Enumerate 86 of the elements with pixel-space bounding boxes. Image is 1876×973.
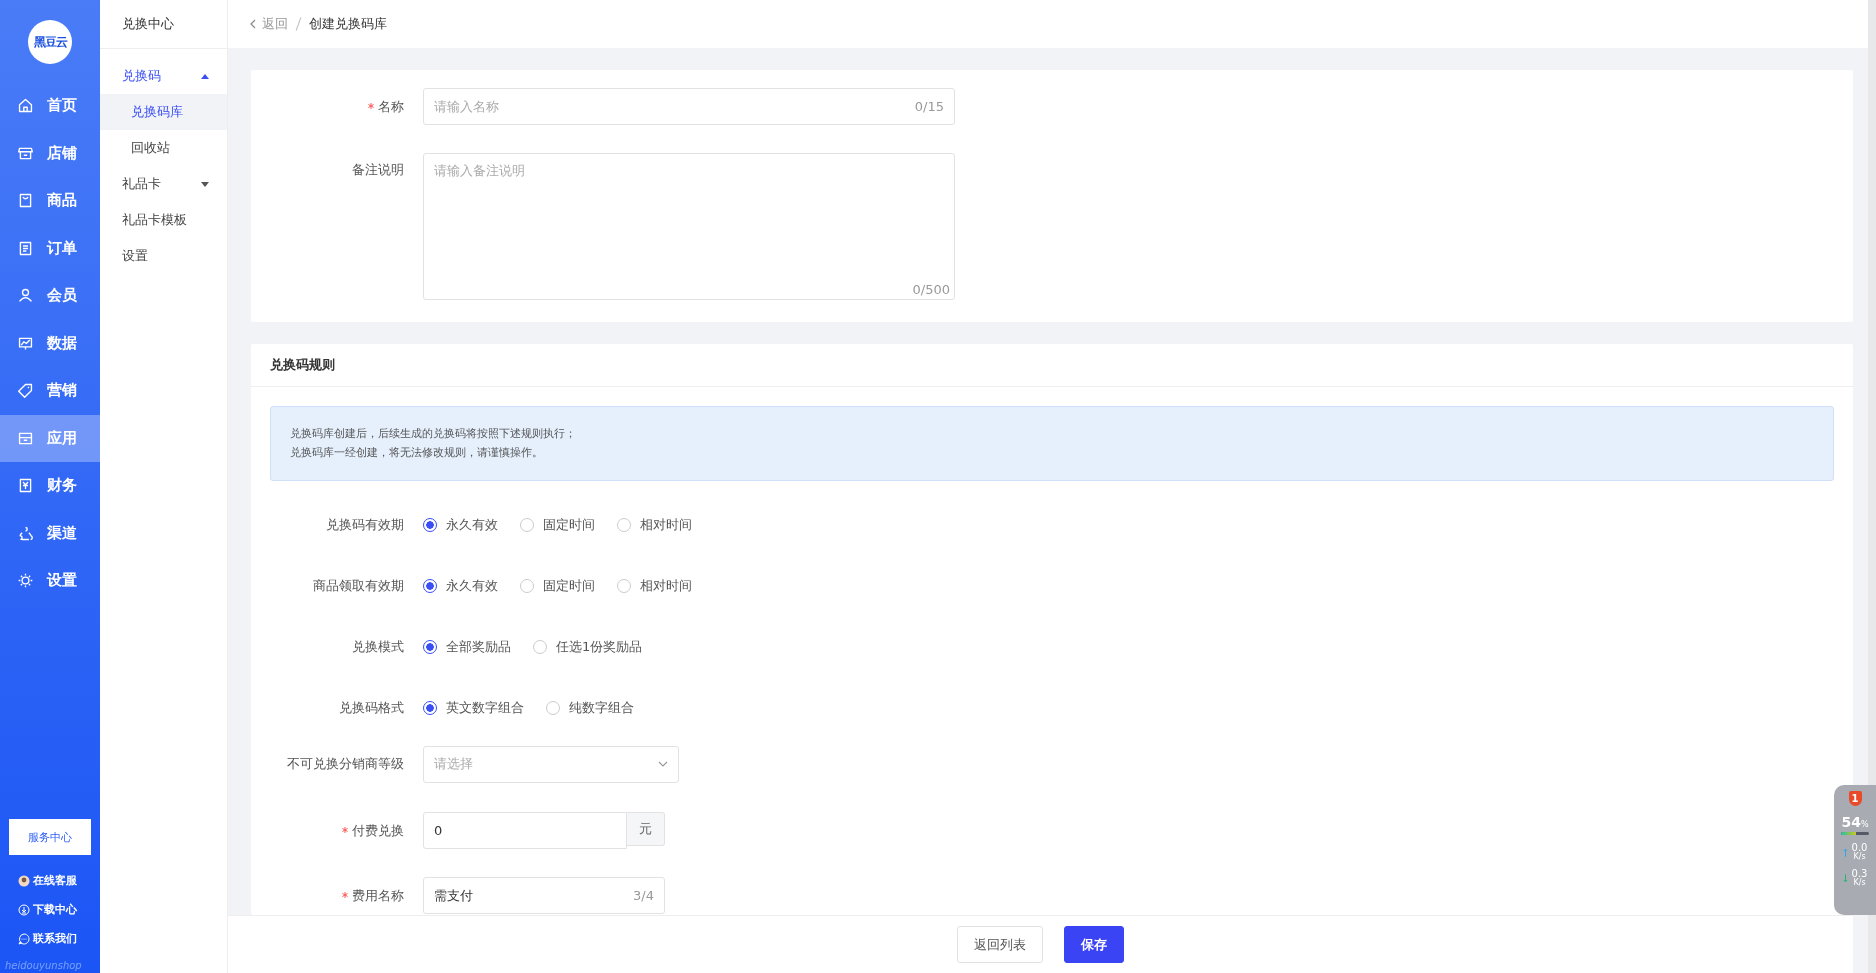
radio-option[interactable]: 相对时间	[617, 576, 692, 595]
tag-icon	[17, 382, 34, 400]
radio-button[interactable]	[423, 578, 437, 593]
required-icon	[342, 826, 348, 833]
save-button[interactable]: 保存	[1064, 926, 1124, 963]
notice-text: 兑换码库创建后，后续生成的兑换码将按照下述规则执行；	[290, 427, 577, 441]
nav-item[interactable]: 订单	[0, 224, 100, 272]
required-icon	[342, 891, 348, 898]
field-label: 商品领取有效期	[312, 576, 405, 595]
name-input[interactable]: 请输入名称 0/15	[423, 88, 955, 125]
fee-name-input[interactable]: 需支付 3/4	[423, 877, 665, 914]
sidebar-link[interactable]: 联系我们	[18, 931, 100, 946]
field-label: 不可兑换分销商等级	[286, 755, 405, 773]
field-label: 兑换模式	[351, 637, 405, 656]
nav-item[interactable]: 商品	[0, 177, 100, 225]
char-count: 0/15	[914, 99, 944, 114]
service-center-button[interactable]: 服务中心	[9, 819, 91, 855]
radio-option[interactable]: 全部奖励品	[423, 637, 511, 656]
nav-item[interactable]: 设置	[0, 557, 100, 605]
nav-item[interactable]: 财务	[0, 462, 100, 510]
price-input[interactable]: 0	[423, 812, 627, 849]
menu-title: 兑换中心	[100, 0, 227, 49]
logo: 黑豆云	[28, 20, 72, 64]
sidebar-link[interactable]: 下载中心	[18, 902, 100, 917]
char-count: 3/4	[633, 888, 654, 903]
nav-item[interactable]: 会员	[0, 272, 100, 320]
nav-item[interactable]: 渠道	[0, 509, 100, 557]
field-label: 付费兑换	[251, 821, 423, 840]
radio-button[interactable]	[423, 517, 437, 532]
caret-icon	[201, 73, 209, 79]
radio-button[interactable]	[423, 639, 437, 654]
back-link[interactable]: 返回	[250, 15, 288, 33]
document-icon	[17, 239, 34, 257]
radio-option[interactable]: 任选1份奖励品	[533, 637, 643, 656]
speed-unit: K/s	[1853, 853, 1866, 861]
unit-addon: 元	[627, 812, 665, 846]
percent-value: 54	[1841, 814, 1861, 830]
radio-option[interactable]: 固定时间	[520, 515, 595, 534]
chevron-left-icon	[250, 19, 256, 29]
bag-icon	[17, 192, 34, 210]
caret-icon	[201, 181, 209, 187]
nav-item[interactable]: 营销	[0, 367, 100, 415]
radio-option[interactable]: 永久有效	[423, 515, 498, 534]
nav-item[interactable]: 数据	[0, 319, 100, 367]
section-title: 兑换码规则	[270, 356, 335, 374]
menu-item[interactable]: 兑换码库	[100, 94, 227, 130]
menu-item[interactable]: 设置	[100, 238, 227, 274]
field-label: 名称	[251, 97, 423, 116]
sidebar-link[interactable]: 在线客服	[18, 873, 100, 888]
notice-text: 兑换码库一经创建，将无法修改规则，请谨慎操作。	[290, 446, 544, 460]
brand-text: heidouyunshop	[4, 959, 83, 973]
radio-option[interactable]: 纯数字组合	[546, 698, 634, 717]
upload-speed: 0.0	[1851, 843, 1868, 853]
nav-item[interactable]: 店铺	[0, 129, 100, 177]
back-to-list-button[interactable]: 返回列表	[957, 926, 1043, 963]
menu-item[interactable]: 礼品卡	[100, 166, 227, 202]
avatar-icon	[18, 874, 30, 887]
menu-item[interactable]: 回收站	[100, 130, 227, 166]
arrow-down-icon	[1842, 873, 1848, 883]
field-label: 兑换码有效期	[325, 515, 405, 534]
download-icon	[18, 903, 30, 916]
menu-item[interactable]: 兑换码	[100, 58, 227, 94]
percent-unit: %	[1860, 820, 1869, 829]
radio-option[interactable]: 固定时间	[520, 576, 595, 595]
home-icon	[17, 97, 34, 115]
page-title: 创建兑换码库	[309, 15, 387, 33]
radio-button[interactable]	[423, 700, 437, 715]
chat-icon	[18, 932, 30, 945]
radio-option[interactable]: 永久有效	[423, 576, 498, 595]
char-count: 0/500	[912, 282, 950, 297]
chevron-down-icon	[658, 761, 668, 767]
speed-unit: K/s	[1853, 879, 1866, 887]
yen-icon	[17, 477, 34, 495]
arrow-up-icon	[1842, 847, 1848, 857]
required-icon	[368, 102, 374, 109]
settings-icon	[17, 572, 34, 590]
remark-textarea[interactable]: 请输入备注说明 0/500	[423, 153, 955, 300]
field-label: 费用名称	[251, 886, 423, 905]
field-label: 备注说明	[351, 161, 405, 179]
radio-option[interactable]: 英文数字组合	[423, 698, 524, 717]
radio-option[interactable]: 相对时间	[617, 515, 692, 534]
nav-item[interactable]: 首页	[0, 82, 100, 130]
shield-badge: 1	[1848, 791, 1862, 806]
menu-item[interactable]: 礼品卡模板	[100, 202, 227, 238]
download-speed: 0.3	[1851, 869, 1868, 879]
field-label: 兑换码格式	[338, 698, 405, 717]
